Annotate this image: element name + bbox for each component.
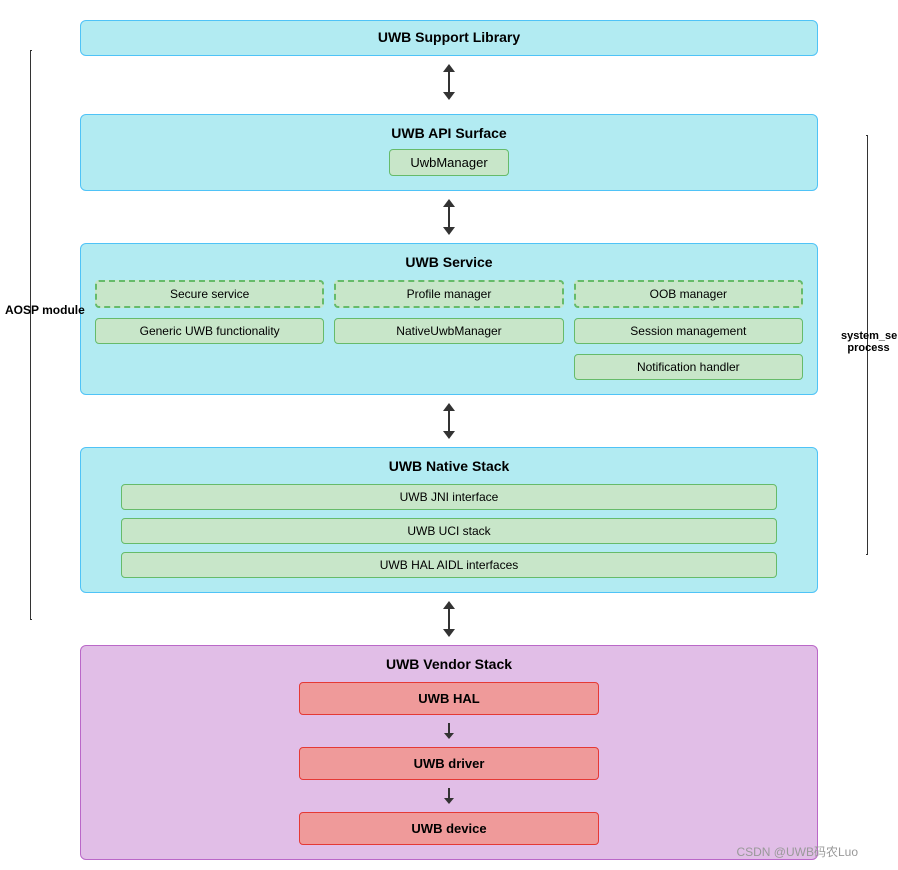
arrow-4 bbox=[20, 601, 878, 637]
watermark: CSDN @UWB码农Luo bbox=[736, 843, 858, 860]
arrow-head-up-3 bbox=[443, 403, 455, 411]
uwb-hal-aidl-box: UWB HAL AIDL interfaces bbox=[121, 552, 777, 578]
arrow-head-up-4 bbox=[443, 601, 455, 609]
notification-handler-box: Notification handler bbox=[574, 354, 803, 380]
arrow-head-up-2 bbox=[443, 199, 455, 207]
arrow-head-down-2 bbox=[443, 227, 455, 235]
left-label: AOSP module bbox=[5, 303, 85, 317]
uwb-uci-box: UWB UCI stack bbox=[121, 518, 777, 544]
uwb-native-title: UWB Native Stack bbox=[121, 458, 777, 474]
vendor-stack: UWB HAL UWB driver UWB device bbox=[161, 682, 737, 845]
main-container: AOSP module system_server process UWB Su… bbox=[0, 0, 898, 870]
arrow-head-up-1 bbox=[443, 64, 455, 72]
support-library-block: UWB Support Library bbox=[80, 20, 818, 56]
right-label: system_server process bbox=[841, 330, 896, 354]
uwb-hal-box: UWB HAL bbox=[299, 682, 599, 715]
native-stack: UWB JNI interface UWB UCI stack UWB HAL … bbox=[121, 484, 777, 578]
left-bracket bbox=[30, 50, 32, 620]
generic-uwb-box: Generic UWB functionality bbox=[95, 318, 324, 344]
service-grid: Secure service Profile manager OOB manag… bbox=[95, 280, 803, 380]
arrow-3 bbox=[20, 403, 878, 439]
arrow-head-down-1 bbox=[443, 92, 455, 100]
profile-manager-box: Profile manager bbox=[334, 280, 563, 308]
arrow-head-down-4 bbox=[443, 629, 455, 637]
secure-service-box: Secure service bbox=[95, 280, 324, 308]
support-library-label: UWB Support Library bbox=[378, 29, 520, 45]
uwb-manager-box: UwbManager bbox=[389, 149, 508, 176]
uwb-driver-box: UWB driver bbox=[299, 747, 599, 780]
vendor-arrow-2 bbox=[444, 788, 454, 804]
vendor-arrow-1 bbox=[444, 723, 454, 739]
uwb-device-box: UWB device bbox=[299, 812, 599, 845]
session-management-box: Session management bbox=[574, 318, 803, 344]
uwb-vendor-title: UWB Vendor Stack bbox=[161, 656, 737, 672]
api-surface-block: UWB API Surface UwbManager bbox=[80, 114, 818, 191]
arrow-2 bbox=[20, 199, 878, 235]
native-uwb-manager-box: NativeUwbManager bbox=[334, 318, 563, 344]
uwb-vendor-block: UWB Vendor Stack UWB HAL UWB driver UWB … bbox=[80, 645, 818, 860]
arrow-head-down-3 bbox=[443, 431, 455, 439]
uwb-native-block: UWB Native Stack UWB JNI interface UWB U… bbox=[80, 447, 818, 593]
uwb-service-block: UWB Service Secure service Profile manag… bbox=[80, 243, 818, 395]
oob-manager-box: OOB manager bbox=[574, 280, 803, 308]
api-surface-title: UWB API Surface bbox=[101, 125, 797, 141]
uwb-jni-box: UWB JNI interface bbox=[121, 484, 777, 510]
arrow-1 bbox=[20, 64, 878, 100]
uwb-service-title: UWB Service bbox=[95, 254, 803, 270]
